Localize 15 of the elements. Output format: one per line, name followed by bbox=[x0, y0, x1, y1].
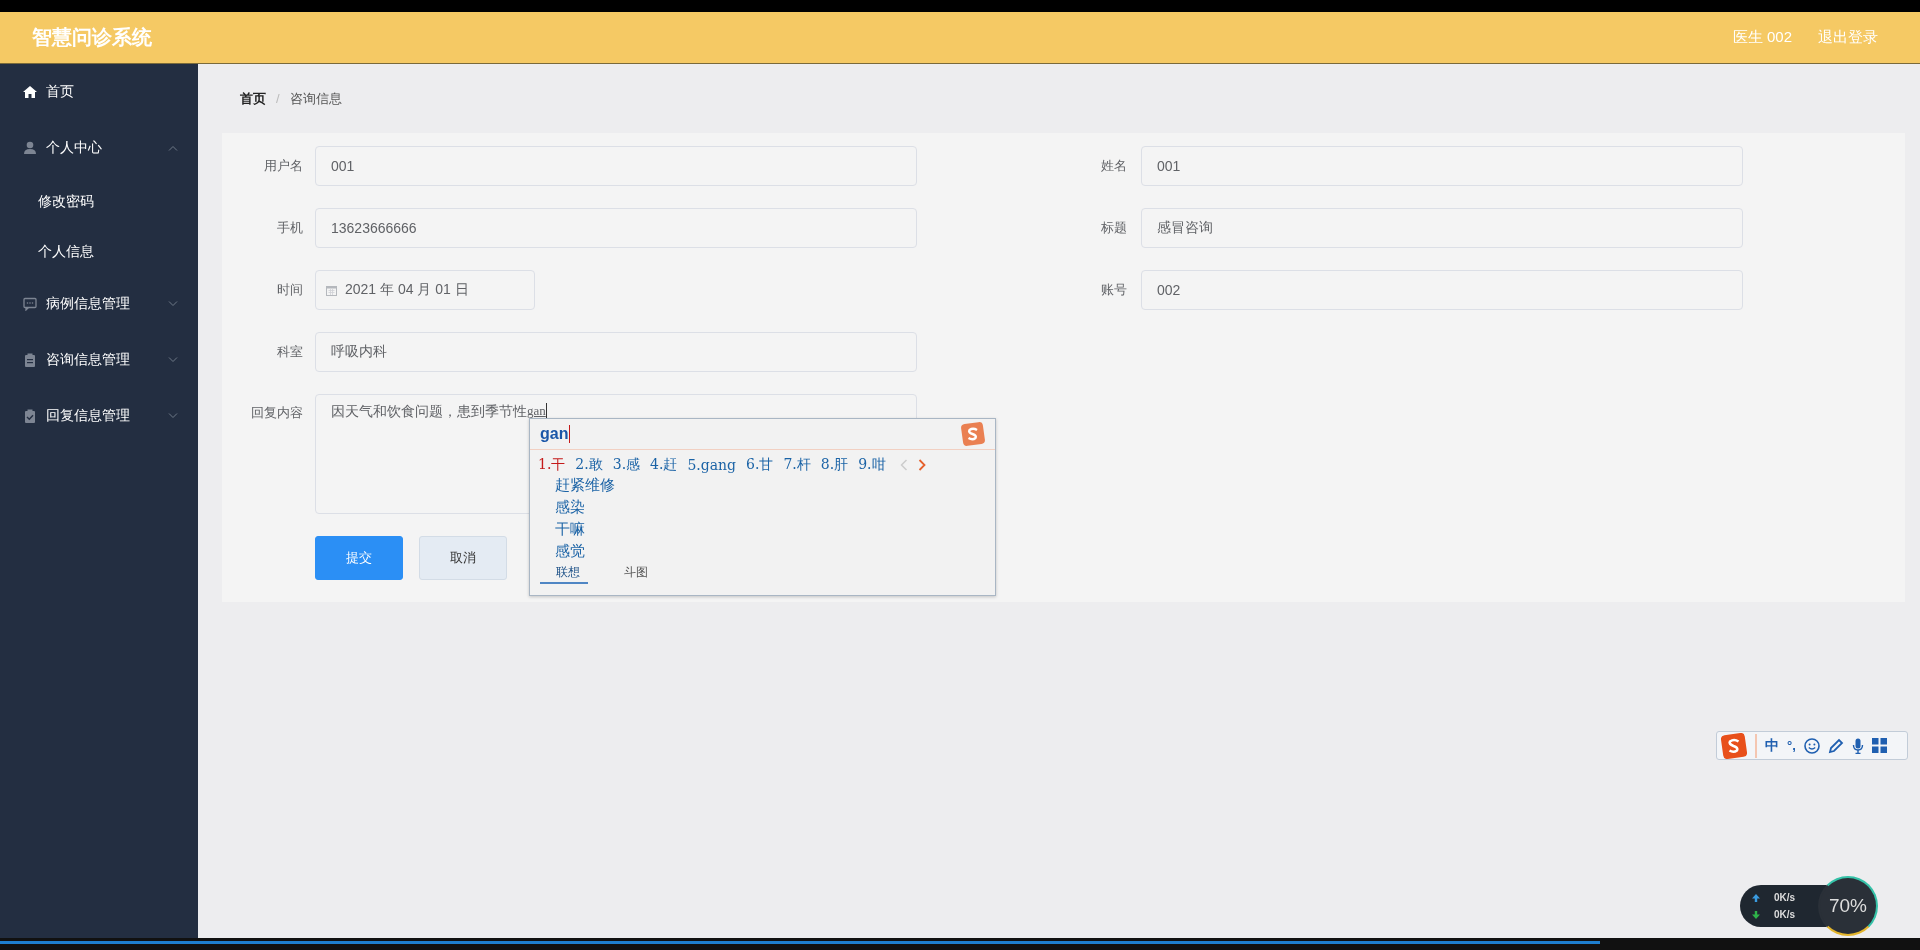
field-label: 用户名 bbox=[263, 157, 303, 175]
app-title: 智慧问诊系统 bbox=[32, 25, 152, 50]
upload-speed: 0K/s bbox=[1774, 892, 1796, 903]
field-label: 姓名 bbox=[1100, 157, 1127, 175]
download-speed: 0K/s bbox=[1774, 909, 1796, 920]
field-label: 时间 bbox=[276, 281, 303, 299]
field-label: 账号 bbox=[1100, 281, 1127, 299]
field-label: 科室 bbox=[276, 343, 303, 361]
user-name: 医生 002 bbox=[1732, 28, 1792, 47]
breadcrumb-separator: / bbox=[276, 91, 280, 106]
field-label: 手机 bbox=[276, 219, 303, 237]
field-label: 回复内容 bbox=[250, 404, 303, 422]
memory-percent: 70% bbox=[1829, 895, 1867, 917]
ime-input-text: gan bbox=[540, 425, 571, 443]
field-label: 标题 bbox=[1100, 219, 1127, 237]
